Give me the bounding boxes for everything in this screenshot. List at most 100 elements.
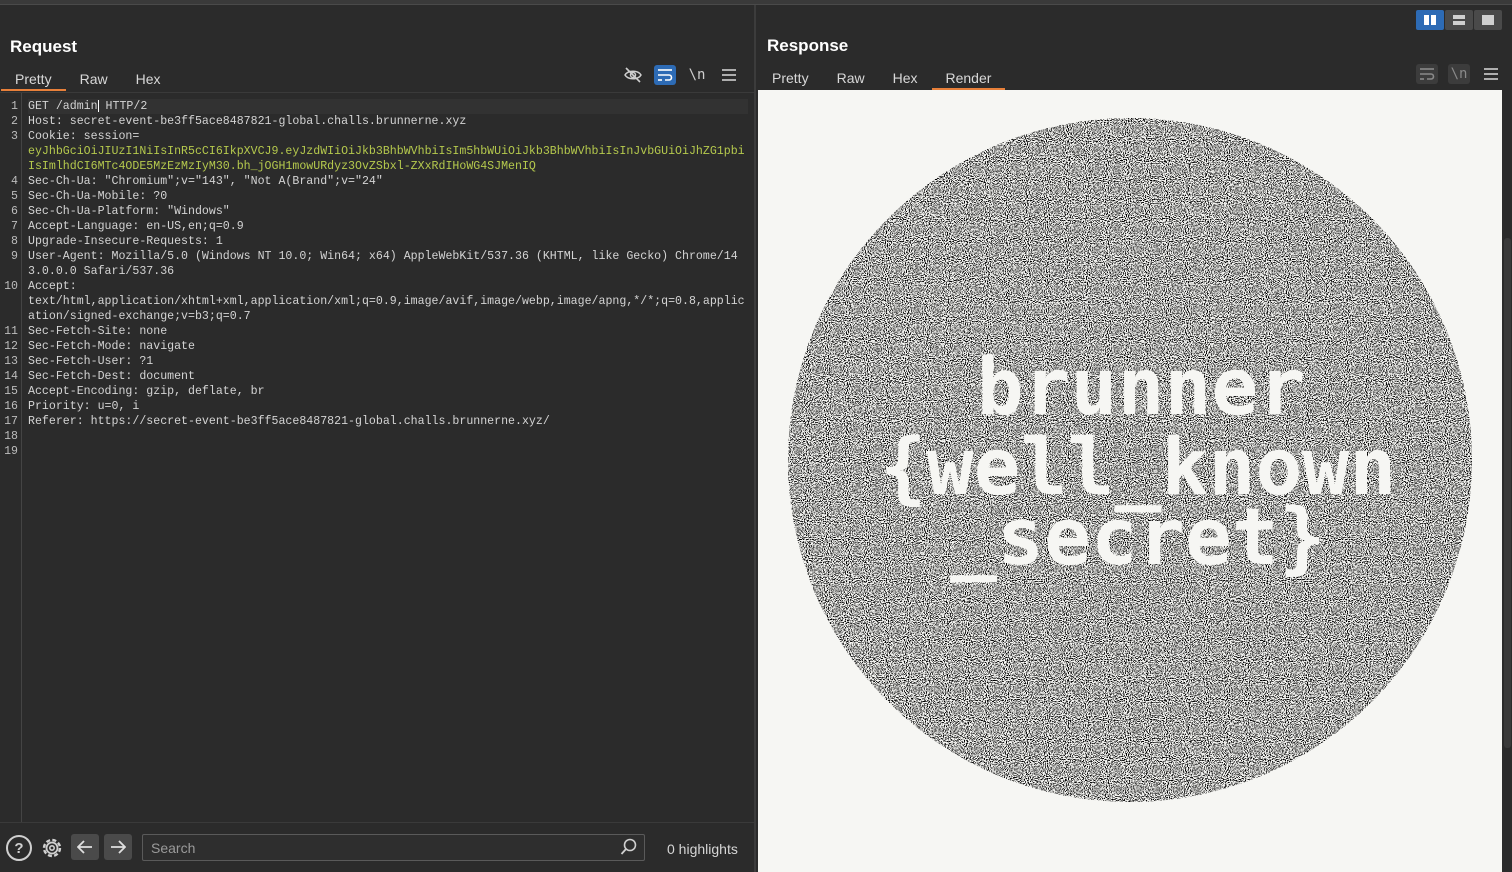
code-line: 10 Accept: text/html,application/xhtml+xml… [4,279,748,324]
help-icon[interactable]: ? [6,835,32,861]
hamburger-icon[interactable] [1480,64,1502,84]
gear-icon[interactable] [38,834,66,867]
header-text: Host: secret-event-be3ff5ace8487821-glob… [28,115,467,128]
line-number: 8 [11,235,18,248]
request-line-protocol: HTTP/2 [98,100,148,113]
code-line: 16 Priority: u=0, i [4,399,748,414]
response-pane: Response Pretty Raw Hex Render \n brunne… [758,5,1512,872]
code-line: 2 Host: secret-event-be3ff5ace8487821-glo… [11,114,748,129]
tab-pretty[interactable]: Pretty [758,66,823,90]
header-text: Sec-Fetch-Dest: document [28,370,195,383]
code-line: 12 Sec-Fetch-Mode: navigate [4,339,748,354]
code-line: 8 Upgrade-Insecure-Requests: 1 [11,234,748,249]
header-text: Accept-Language: en-US,en;q=0.9 [28,220,244,233]
line-number: 14 [4,370,18,383]
line-number: 3 [11,130,18,143]
code-line: 4 Sec-Ch-Ua: "Chromium";v="143", "Not A(B… [11,174,748,189]
response-tabs: Pretty Raw Hex Render [758,66,1006,90]
tab-pretty[interactable]: Pretty [1,67,66,91]
line-number: 12 [4,340,18,353]
header-text: Sec-Ch-Ua: "Chromium";v="143", "Not A(Br… [28,175,383,188]
hamburger-icon[interactable] [718,65,740,85]
line-number: 4 [11,175,18,188]
code-line: 13 Sec-Fetch-User: ?1 [4,354,748,369]
forward-arrow-icon[interactable] [104,834,132,860]
header-text: Sec-Fetch-User: ?1 [28,355,154,368]
code-line: 7 Accept-Language: en-US,en;q=0.9 [11,219,748,234]
word-wrap-icon[interactable] [654,65,676,85]
line-number: 15 [4,385,18,398]
header-value: text/html,application/xhtml+xml,applicat… [28,295,745,323]
header-text: Sec-Fetch-Mode: navigate [28,340,195,353]
header-text: Priority: u=0, i [28,400,140,413]
layout-switcher [1416,10,1502,30]
header-text: Sec-Fetch-Site: none [28,325,168,338]
code-line: 18 [4,429,748,444]
request-title: Request [10,37,78,56]
header-text: User-Agent: Mozilla/5.0 (Windows NT 10.0… [28,250,738,278]
word-wrap-icon[interactable] [1416,64,1438,84]
response-toolbar: \n [1416,64,1502,84]
line-number: 5 [11,190,18,203]
search-input[interactable] [143,835,603,860]
header-text: Accept: [28,280,77,293]
line-number: 10 [4,280,18,293]
newline-toggle[interactable]: \n [1448,64,1470,84]
line-number: 7 [11,220,18,233]
code-line: 19 [4,444,748,459]
line-number: 17 [4,415,18,428]
code-line: 15 Accept-Encoding: gzip, deflate, br [4,384,748,399]
single-pane-icon[interactable] [1474,10,1502,30]
code-line: 3 Cookie: session= eyJhbGciOiJIUzI1NiIsInR… [11,129,748,174]
line-number: 9 [11,250,18,263]
render-view: brunner {well_known _secret} [758,90,1502,872]
tab-raw[interactable]: Raw [66,67,122,91]
request-pane: Request Pretty Raw Hex \n 1 GET /admin HT… [0,5,756,872]
line-number: 11 [4,325,18,338]
header-text: Sec-Ch-Ua-Platform: "Windows" [28,205,230,218]
tab-hex[interactable]: Hex [122,67,175,91]
newline-toggle[interactable]: \n [686,65,708,85]
search-field[interactable] [142,834,645,861]
code-line: 6 Sec-Ch-Ua-Platform: "Windows" [11,204,748,219]
noise-image: brunner {well_known _secret} [788,118,1472,802]
secret-text-line-1: brunner [977,343,1306,433]
response-title: Response [767,36,849,55]
tab-raw[interactable]: Raw [823,66,879,90]
line-number: 2 [11,115,18,128]
line-number: 13 [4,355,18,368]
split-vertical-icon[interactable] [1445,10,1473,30]
code-line: 11 Sec-Fetch-Site: none [4,324,748,339]
render-scrollbar[interactable] [1502,90,1512,872]
search-bar: ? 0 highlights [0,822,754,872]
tab-hex[interactable]: Hex [879,66,932,90]
header-text: Upgrade-Insecure-Requests: 1 [28,235,223,248]
header-text: Referer: https://secret-event-be3ff5ace8… [28,415,550,428]
search-icon[interactable] [620,838,638,861]
line-number: 1 [11,100,18,113]
line-number: 6 [11,205,18,218]
split-horizontal-icon[interactable] [1416,10,1444,30]
cookie-value: eyJhbGciOiJIUzI1NiIsInR5cCI6IkpXVCJ9.eyJ… [28,145,745,173]
line-number: 16 [4,400,18,413]
highlights-count: 0 highlights [667,841,738,857]
code-line: 9 User-Agent: Mozilla/5.0 (Windows NT 10.… [11,249,748,279]
request-editor[interactable]: 1 GET /admin HTTP/2 2 Host: secret-event-b… [0,92,754,824]
request-code[interactable]: 1 GET /admin HTTP/2 2 Host: secret-event-b… [4,99,748,459]
line-number: 18 [4,430,18,443]
code-line: 17 Referer: https://secret-event-be3ff5ac… [4,414,748,429]
request-tabs: Pretty Raw Hex [1,67,175,91]
request-line-method: GET /admin [28,100,98,113]
code-line: 5 Sec-Ch-Ua-Mobile: ?0 [11,189,748,204]
line-number: 19 [4,445,18,458]
tab-render[interactable]: Render [931,66,1006,90]
header-text: Sec-Ch-Ua-Mobile: ?0 [28,190,168,203]
header-text: Cookie: session= [28,130,140,143]
request-toolbar: \n [622,65,740,85]
code-line: 1 GET /admin HTTP/2 [11,99,748,114]
scroll-thumb[interactable] [1504,238,1511,748]
secret-text-line-3: _secret} [950,493,1326,583]
eye-slash-icon[interactable] [622,65,644,85]
code-line: 14 Sec-Fetch-Dest: document [4,369,748,384]
back-arrow-icon[interactable] [71,834,99,860]
